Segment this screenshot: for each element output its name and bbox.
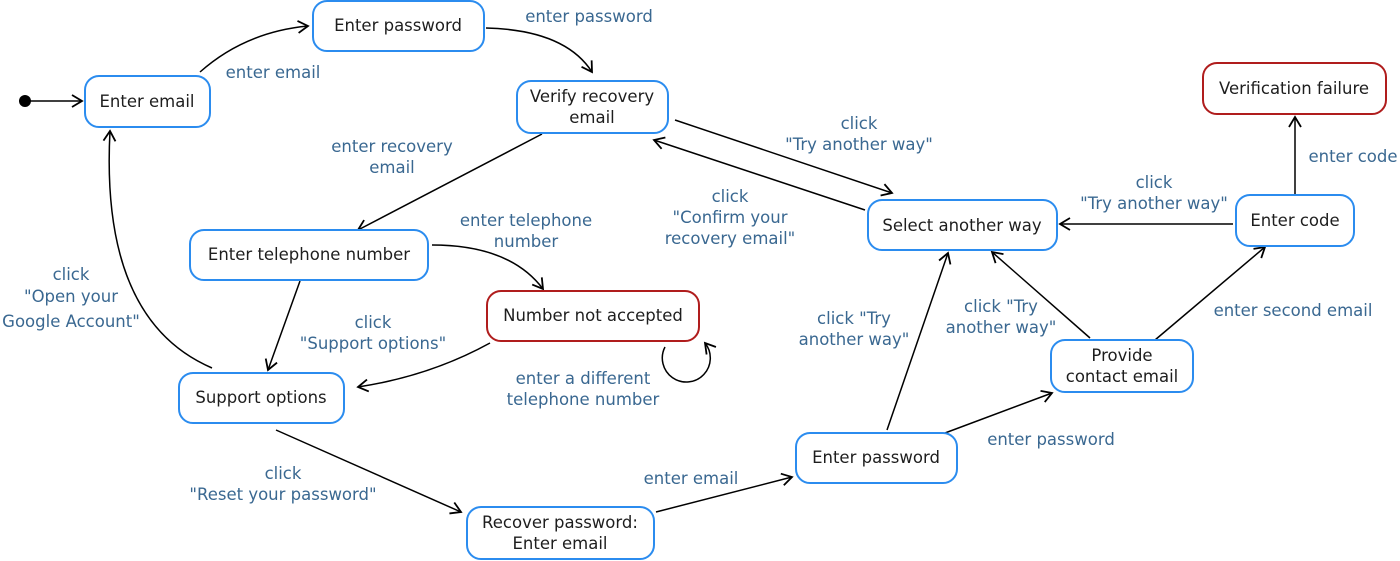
label-confirm-recovery: click — [712, 187, 749, 206]
label-try-another-way-2: click "Try — [817, 309, 891, 328]
label-enter-password: enter password — [525, 7, 653, 26]
edge-not-accepted-self-loop — [661, 341, 717, 383]
svg-text:email: email — [569, 108, 615, 127]
label-try-another-way-2b: another way" — [799, 330, 910, 349]
state-enter-telephone-number: Enter telephone number — [189, 229, 429, 281]
label-open-google-account: click — [53, 265, 90, 284]
svg-text:Support options: Support options — [195, 388, 326, 407]
edge-password-to-provide — [944, 389, 1054, 434]
state-select-another-way: Select another way — [867, 199, 1058, 251]
label-confirm-recovery-3: recovery email" — [665, 229, 796, 248]
label-try-another-way-1: click — [841, 114, 878, 133]
edge-password-to-verify — [485, 27, 593, 74]
label-try-another-way-4b: "Try another way" — [1080, 194, 1228, 213]
state-support-options: Support options — [178, 372, 345, 424]
label-try-another-way-3: click "Try — [964, 297, 1038, 316]
svg-text:Enter password: Enter password — [812, 448, 940, 467]
state-enter-email: Enter email — [84, 75, 211, 128]
state-provide-contact-email: Provide contact email — [1050, 339, 1194, 393]
label-enter-telephone: enter telephone — [460, 211, 592, 230]
svg-text:Verify recovery: Verify recovery — [530, 87, 654, 106]
state-enter-code: Enter code — [1235, 194, 1355, 247]
label-enter-email: enter email — [226, 63, 321, 82]
state-enter-password-bottom: Enter password — [795, 432, 958, 484]
label-try-another-way-4: click — [1136, 173, 1173, 192]
svg-text:Select another way: Select another way — [882, 216, 1042, 235]
svg-text:Enter code: Enter code — [1250, 211, 1339, 230]
label-support-options-2: "Support options" — [300, 334, 446, 353]
edge-telephone-to-not-accepted — [431, 244, 545, 291]
state-verification-failure: Verification failure — [1202, 62, 1387, 115]
svg-text:Number not accepted: Number not accepted — [503, 306, 683, 325]
svg-text:Enter email: Enter email — [99, 92, 194, 111]
state-enter-password-top: Enter password — [312, 0, 485, 52]
svg-text:Provide: Provide — [1091, 346, 1152, 365]
state-recover-password: Recover password: Enter email — [466, 506, 655, 560]
label-different-number-2: telephone number — [507, 390, 660, 409]
svg-text:Enter password: Enter password — [334, 16, 462, 35]
edge-telephone-to-support — [264, 280, 301, 372]
svg-text:Verification failure: Verification failure — [1219, 79, 1369, 98]
label-open-google-account-3: Google Account" — [2, 312, 140, 331]
svg-text:Enter telephone number: Enter telephone number — [208, 245, 410, 264]
label-reset-password: click — [265, 464, 302, 483]
label-enter-password-2: enter password — [987, 430, 1115, 449]
svg-text:Recover password:: Recover password: — [482, 513, 638, 532]
label-enter-code: enter code — [1308, 147, 1397, 166]
label-different-number: enter a different — [516, 369, 651, 388]
label-support-options: click — [355, 313, 392, 332]
label-enter-recovery-email: enter recovery — [331, 137, 453, 156]
label-enter-recovery-email-2: email — [369, 158, 415, 177]
state-diagram: Enter email Enter password Verify recove… — [2, 0, 1398, 560]
state-number-not-accepted: Number not accepted — [486, 290, 700, 342]
label-reset-password-2: "Reset your password" — [189, 485, 376, 504]
label-open-google-account-2: "Open your — [24, 287, 118, 306]
svg-text:contact email: contact email — [1066, 367, 1179, 386]
label-try-another-way-1b: "Try another way" — [785, 135, 933, 154]
label-enter-second-email: enter second email — [1214, 301, 1373, 320]
edge-provide-to-code — [1154, 245, 1267, 341]
state-verify-recovery-email: Verify recovery email — [516, 80, 669, 134]
label-try-another-way-3b: another way" — [946, 318, 1057, 337]
label-recover-enter-email: enter email — [644, 469, 739, 488]
label-confirm-recovery-2: "Confirm your — [673, 208, 788, 227]
label-enter-telephone-2: number — [494, 232, 559, 251]
svg-text:Enter email: Enter email — [512, 534, 607, 553]
